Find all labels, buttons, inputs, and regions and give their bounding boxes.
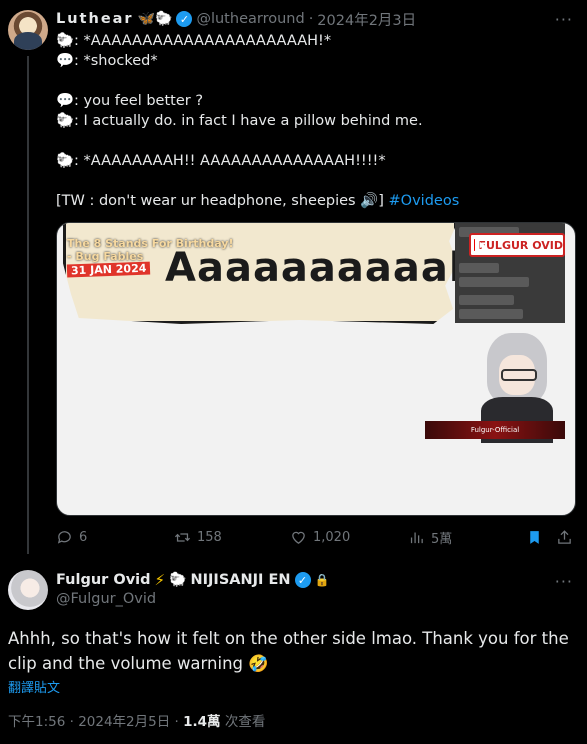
dot-separator: · [308, 11, 314, 27]
tweet-date[interactable]: 2024年2月3日 [317, 9, 416, 30]
tweet-timestamp[interactable]: 下午1:56 · 2024年2月5日 · [8, 714, 183, 730]
channel-name: FULGUR OVID [478, 238, 563, 252]
tweet-line: [TW : don't wear ur headphone, sheepies … [56, 191, 576, 211]
avatar-glasses [501, 369, 537, 381]
author-handle[interactable]: @luthearround [196, 11, 304, 27]
lightning-bolt-icon: ⚡ [154, 571, 166, 589]
line-text: : you feel better ? [74, 93, 204, 109]
chat-row [459, 295, 514, 305]
bookmark-filled-icon [530, 530, 539, 544]
thread-connector-line [27, 56, 29, 554]
chat-row [459, 263, 499, 273]
line-text: : I actually do. in fact I have a pillow… [74, 113, 423, 129]
tweet-meta: 下午1:56 · 2024年2月5日 · 1.4萬 次查看 [8, 710, 265, 730]
verified-badge-icon: ✓ [176, 11, 193, 27]
views-label: 次查看 [220, 714, 266, 730]
like-button[interactable]: 1,020 [290, 526, 350, 548]
author-name[interactable]: Fulgur Ovid [56, 572, 151, 588]
verified-badge-icon: ✓ [294, 572, 311, 588]
bookmark-button[interactable] [526, 526, 543, 548]
sheep-icon: 🐑 [56, 113, 75, 129]
share-button[interactable] [556, 526, 573, 548]
tw-warning-text: [TW : don't wear ur headphone, sheepies … [56, 193, 384, 209]
tweet-header: Fulgur Ovid ⚡ 🐑 NIJISANJI EN ✓ 🔒 [56, 570, 329, 590]
repost-icon [174, 532, 191, 542]
reply-button[interactable]: 6 [56, 526, 87, 548]
tweet-text: 🐑: *AAAAAAAAAAAAAAAAAAAAAH!* 💬: *shocked… [56, 31, 576, 211]
affiliation-label: NIJISANJI EN [190, 572, 291, 588]
tweet-line: 💬: you feel better ? [56, 91, 576, 111]
line-text: : *shocked* [74, 53, 158, 69]
stream-subtitle: - Bug Fables [67, 250, 144, 263]
reply-count: 6 [79, 529, 88, 545]
heart-icon [292, 531, 305, 544]
view-count: 5萬 [431, 531, 453, 547]
avatar[interactable] [8, 570, 48, 610]
video-thumbnail[interactable]: The 8 Stands For Birthday! - Bug Fables … [56, 222, 576, 516]
like-count: 1,020 [313, 529, 351, 545]
chat-row [459, 309, 523, 319]
author-name[interactable]: Luthear [56, 11, 134, 27]
scream-caption: Aaaaaaaaaah! [165, 245, 498, 291]
reply-icon [57, 530, 71, 544]
channel-badge: FULGUR OVID [469, 233, 565, 257]
action-bar: 6 158 1,020 5萬 [56, 526, 576, 548]
sheep-icon: 🐑 [169, 572, 187, 588]
tweet-line: 💬: *shocked* [56, 51, 576, 71]
author-handle[interactable]: @Fulgur_Ovid [56, 591, 156, 607]
line-text: : *AAAAAAAAH!! AAAAAAAAAAAAAAH!!!!* [74, 153, 386, 169]
repost-count: 158 [197, 529, 222, 545]
line-text: : *AAAAAAAAAAAAAAAAAAAAAH!* [74, 33, 332, 49]
more-options-icon[interactable]: ··· [555, 10, 573, 29]
bar-chart-icon [410, 532, 423, 543]
tweet-header: Luthear 🦋🐑 ✓ @luthearround · 2024年2月3日 [56, 8, 416, 30]
hashtag-link[interactable]: #Ovideos [389, 193, 460, 209]
tweet-line: 🐑: I actually do. in fact I have a pillo… [56, 111, 576, 131]
sheep-icon: 🐑 [56, 153, 75, 169]
chat-row [459, 277, 529, 287]
view-count: 1.4萬 [183, 714, 221, 730]
tweet-line: 🐑: *AAAAAAAAAAAAAAAAAAAAAH!* [56, 31, 576, 51]
sheep-icon: 🐑 [56, 33, 75, 49]
more-options-icon[interactable]: ··· [555, 572, 573, 591]
speech-bubble-icon: 💬 [56, 93, 75, 109]
views-button[interactable]: 5萬 [408, 526, 452, 548]
speech-bubble-icon: 💬 [56, 53, 75, 69]
lock-icon: 🔒 [314, 573, 330, 587]
tweet-line: 🐑: *AAAAAAAAH!! AAAAAAAAAAAAAAH!!!!* [56, 151, 576, 171]
repost-button[interactable]: 158 [174, 526, 222, 548]
share-icon [558, 529, 571, 544]
translate-post-link[interactable]: 翻譯貼文 [8, 677, 60, 696]
avatar[interactable] [8, 10, 48, 50]
author-emojis: 🦋🐑 [137, 11, 173, 27]
parent-tweet: Luthear 🦋🐑 ✓ @luthearround · 2024年2月3日 ·… [0, 0, 587, 556]
streamer-nameplate: Fulgur-Official [425, 421, 565, 439]
tweet-text: Ahhh, so that's how it felt on the other… [8, 629, 569, 673]
